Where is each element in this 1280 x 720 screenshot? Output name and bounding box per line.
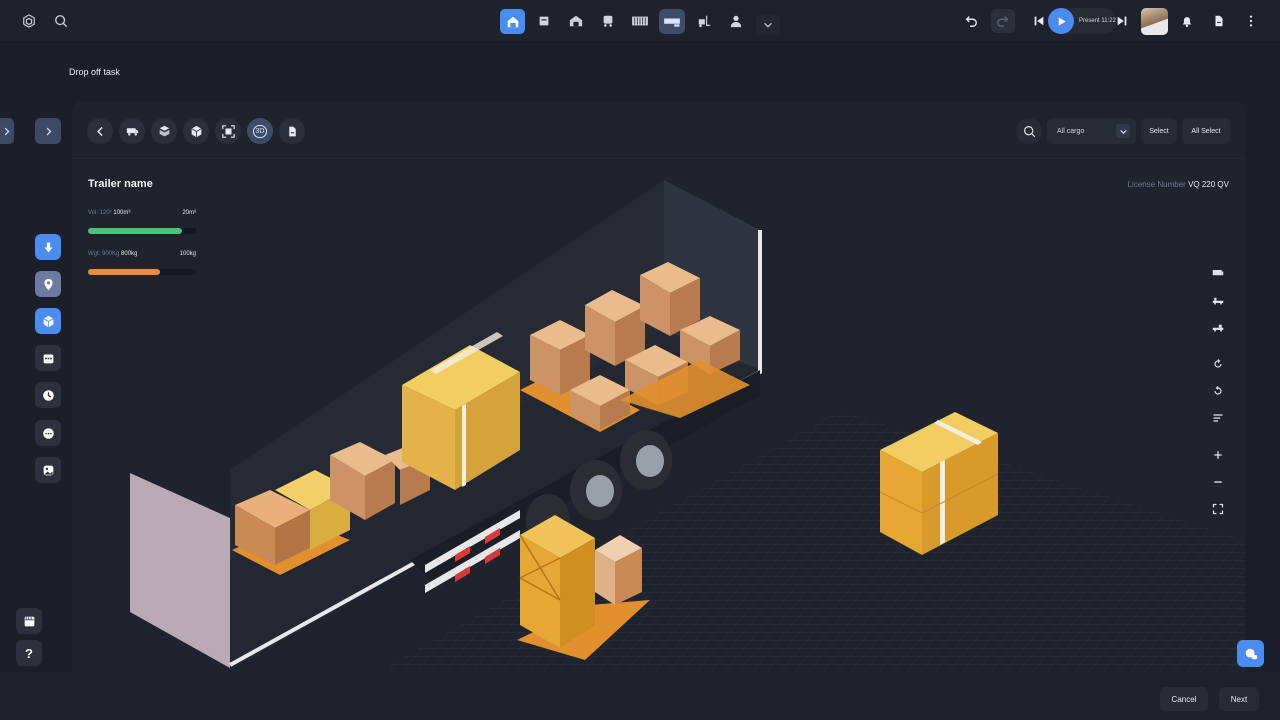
redo-icon[interactable] [991,9,1015,33]
document-icon[interactable] [532,9,556,33]
weight-remaining: 100kg [179,251,196,257]
single-box-icon[interactable] [183,118,209,144]
truck-side-icon[interactable] [1207,289,1229,311]
weight-progress-bar [88,269,196,275]
volume-progress-bar [88,228,196,234]
help-icon[interactable]: ? [16,640,42,666]
collapse-sidebar-button[interactable] [0,118,14,144]
select-button[interactable]: Select [1141,118,1177,144]
trailer-icon[interactable] [659,9,685,34]
cancel-button[interactable]: Cancel [1160,687,1208,711]
footer-bar [0,672,1280,720]
back-button[interactable] [87,118,113,144]
truck-icon[interactable] [596,9,620,33]
volume-remaining: 20m³ [182,210,196,216]
chevron-down-icon[interactable] [756,15,780,35]
breadcrumb: Drop off task [69,67,120,77]
volume-used: 100m³ [113,210,131,216]
license-number: License Number VQ 220 QV [1128,180,1229,189]
forklift-icon[interactable] [692,9,716,33]
trailer-side-view-icon[interactable] [1207,262,1229,284]
view-3d-label: 3D [252,124,268,138]
search-icon[interactable] [49,9,73,33]
view-3d-button[interactable]: 3D [247,118,273,144]
top-bar: Present 11:22 [0,0,1280,43]
zoom-in-icon[interactable] [1207,444,1229,466]
boxes-stack-icon[interactable] [151,118,177,144]
van-icon[interactable] [119,118,145,144]
license-label: License Number [1127,180,1186,189]
file-icon[interactable] [1207,9,1231,33]
container-icon[interactable] [628,9,652,33]
all-select-button[interactable]: All Select [1182,118,1230,144]
weight-progress-fill [88,269,161,275]
next-button[interactable]: Next [1219,687,1259,711]
panel-toolbar: 3D All cargo Select All Select [72,101,1245,159]
box-icon[interactable] [35,308,61,334]
trailer-name: Trailer name [88,178,153,190]
rotate-right-icon[interactable] [1207,380,1229,402]
undo-icon[interactable] [959,9,983,33]
volume-progress-fill [88,228,182,234]
volume-label: Vol: 120³ [88,210,112,216]
zoom-out-icon[interactable] [1207,471,1229,493]
support-chat-button[interactable] [1237,640,1264,667]
chat-bubble-icon[interactable] [35,420,61,446]
user-icon[interactable] [724,9,748,33]
download-arrow-icon[interactable] [35,234,61,260]
bell-icon[interactable] [1175,9,1199,33]
chevron-down-icon [1116,124,1130,138]
warehouse-icon[interactable] [564,9,588,33]
app-logo-icon[interactable] [17,9,41,33]
search-button[interactable] [1016,118,1042,144]
present-button[interactable]: Present 11:22 [1048,8,1116,34]
fullscreen-icon[interactable] [1207,498,1229,520]
cargo-filter-select[interactable]: All cargo [1047,118,1136,144]
license-value: VQ 220 QV [1188,180,1229,189]
image-icon[interactable] [35,457,61,483]
weight-used: 800kg [121,251,138,257]
more-vertical-icon[interactable] [1239,9,1263,33]
search-icon [1023,125,1035,137]
trailer-3d-scene [130,180,1245,672]
location-pin-icon[interactable] [35,271,61,297]
play-icon[interactable] [1048,8,1074,34]
skip-forward-icon[interactable] [1110,9,1134,33]
home-icon[interactable] [500,9,525,34]
chat-icon [1245,648,1257,659]
avatar[interactable] [1141,8,1168,35]
scan-box-icon[interactable] [215,118,241,144]
truck-cab-icon[interactable] [1207,316,1229,338]
board-icon[interactable] [16,608,42,634]
expand-panel-button[interactable] [35,118,61,144]
volume-stat: Vol: 120³ 100m³ 20m³ [88,210,196,216]
document-icon[interactable] [279,118,305,144]
cargo-filter-value: All cargo [1057,127,1085,135]
weight-stat: Wgt: 900Kg 800kg 100kg [88,251,196,257]
clock-icon[interactable] [35,382,61,408]
sort-lines-icon[interactable] [1207,407,1229,429]
calendar-icon[interactable] [35,345,61,371]
rotate-left-icon[interactable] [1207,353,1229,375]
weight-label: Wgt: 900Kg [88,251,120,257]
main-panel: 3D All cargo Select All Select Trailer n… [72,101,1245,672]
